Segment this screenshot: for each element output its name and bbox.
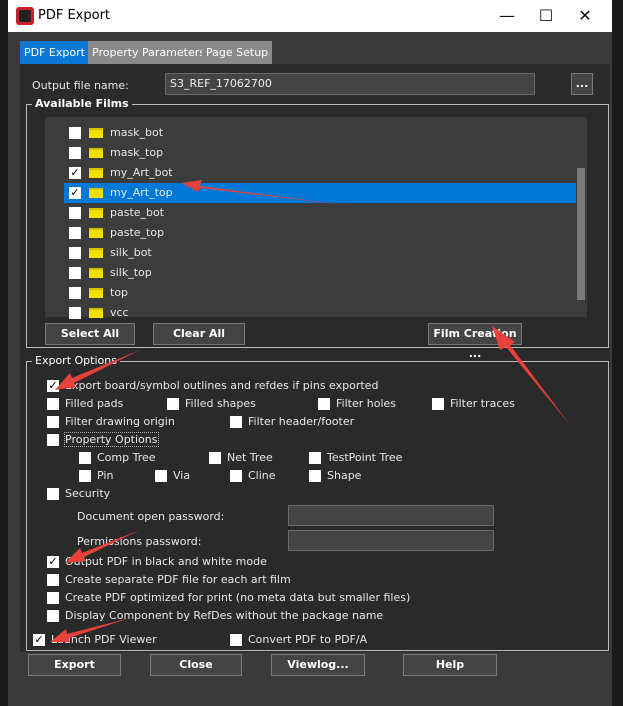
arrow-annotation [50, 618, 130, 642]
arrow-annotation [65, 530, 140, 563]
arrow-annotation [492, 326, 570, 425]
arrow-annotation [55, 350, 140, 390]
arrow-annotation [182, 180, 345, 205]
annotation-arrows [50, 180, 570, 642]
